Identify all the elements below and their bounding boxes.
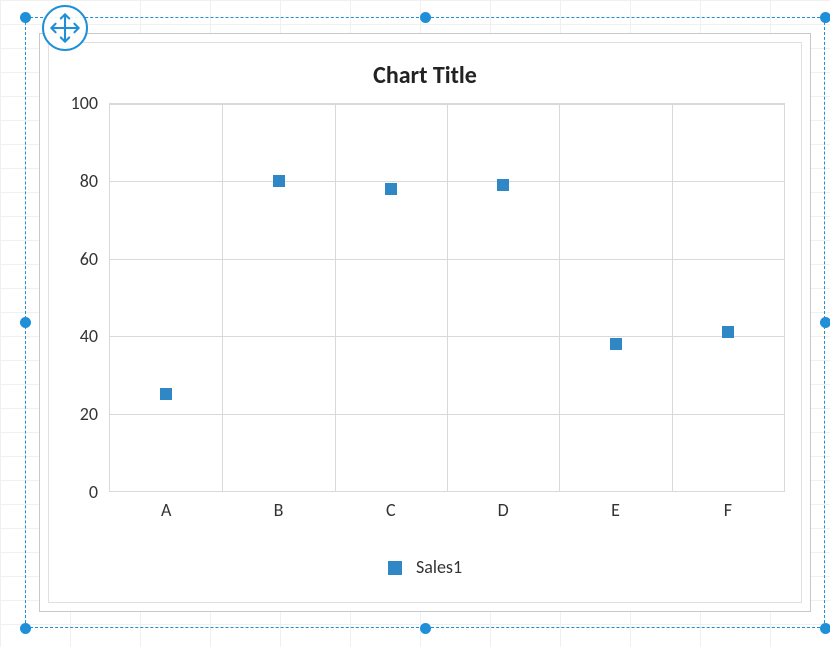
data-point[interactable] <box>610 338 622 350</box>
x-tick-label: E <box>611 499 620 521</box>
legend-label: Sales1 <box>416 556 462 578</box>
selection-handle[interactable] <box>20 623 31 634</box>
selection-handle[interactable] <box>20 317 31 328</box>
move-arrows-icon <box>44 35 86 54</box>
y-tick-label: 40 <box>80 325 98 347</box>
data-point[interactable] <box>273 175 285 187</box>
x-gridline <box>447 104 448 491</box>
x-tick-label: C <box>386 499 396 521</box>
x-tick-label: A <box>161 499 171 521</box>
data-point[interactable] <box>385 183 397 195</box>
chart-plot-container: Chart Title 020406080100 ABCDEF Sales1 <box>48 42 802 603</box>
legend-marker-icon <box>388 561 402 575</box>
y-gridline <box>110 491 784 492</box>
y-tick-label: 60 <box>80 248 98 270</box>
chart-object[interactable]: Chart Title 020406080100 ABCDEF Sales1 <box>39 33 811 612</box>
data-point[interactable] <box>160 388 172 400</box>
chart-move-handle[interactable] <box>42 5 88 51</box>
chart-legend[interactable]: Sales1 <box>49 556 801 578</box>
data-point[interactable] <box>497 179 509 191</box>
x-tick-label: D <box>498 499 509 521</box>
y-tick-label: 100 <box>71 92 98 114</box>
x-tick-label: F <box>724 499 732 521</box>
selection-handle[interactable] <box>20 12 31 23</box>
y-tick-label: 0 <box>89 481 98 503</box>
x-gridline <box>222 104 223 491</box>
selection-handle[interactable] <box>820 317 830 328</box>
chart-title[interactable]: Chart Title <box>49 61 801 90</box>
x-gridline <box>335 104 336 491</box>
selection-handle[interactable] <box>420 12 431 23</box>
data-point[interactable] <box>722 326 734 338</box>
x-tick-label: B <box>274 499 284 521</box>
y-axis: 020406080100 <box>49 103 104 492</box>
selection-handle[interactable] <box>420 623 431 634</box>
chart-plot-area[interactable]: 020406080100 ABCDEF <box>109 103 785 492</box>
plot-area[interactable]: ABCDEF <box>109 103 785 492</box>
x-gridline <box>559 104 560 491</box>
x-gridline <box>672 104 673 491</box>
selection-handle[interactable] <box>820 623 830 634</box>
y-tick-label: 20 <box>80 403 98 425</box>
selection-handle[interactable] <box>820 12 830 23</box>
y-tick-label: 80 <box>80 170 98 192</box>
